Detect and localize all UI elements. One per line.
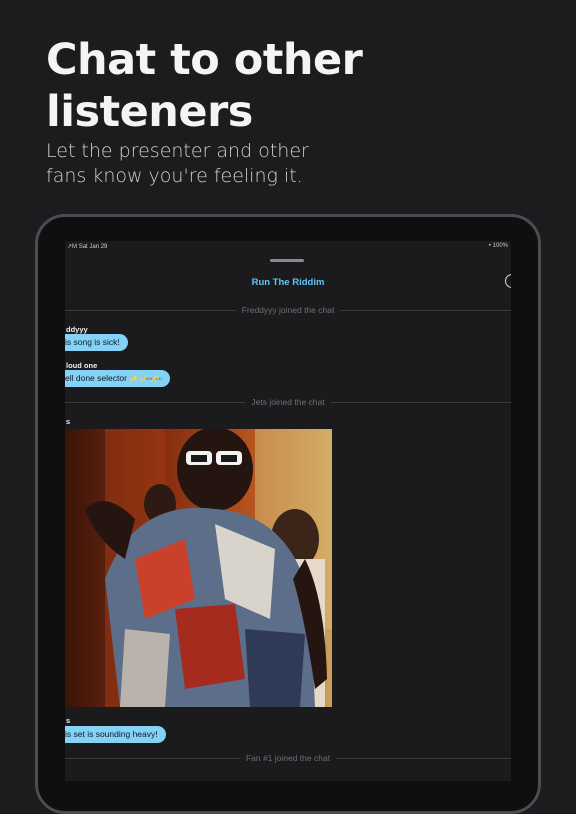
message-text: ell done selector — [65, 373, 127, 383]
system-message: Fan #1 joined the chat — [65, 753, 511, 763]
message-bubble[interactable]: ell done selector ✨✨✨ SEN - 4:41 — [65, 370, 171, 387]
divider — [336, 757, 511, 759]
status-time-date: ↗M Sat Jan 29 — [67, 244, 108, 250]
chat-title: Run The Riddim — [251, 277, 325, 288]
divider — [340, 309, 511, 311]
tablet-screen: ↗M Sat Jan 29 • 100% Run The Riddim Fred… — [65, 241, 511, 781]
divider — [65, 757, 240, 759]
sheet-grabber-icon[interactable] — [270, 259, 304, 262]
system-message-text: Jets joined the chat — [251, 397, 325, 407]
status-battery: • 100% — [488, 243, 508, 249]
status-bar: ↗M Sat Jan 29 • 100% — [65, 241, 511, 253]
promo-headline: Chat to other listeners — [46, 34, 363, 138]
message-bubble[interactable]: is set is sounding heavy! — [65, 726, 166, 743]
subline-line-2: fans know you're feeling it. — [46, 165, 303, 187]
message-bubble[interactable]: is song is sick! — [65, 334, 128, 351]
gif-illustration — [65, 429, 332, 707]
divider — [65, 401, 246, 403]
divider — [330, 401, 511, 403]
system-message: Freddyyy joined the chat — [65, 305, 511, 315]
divider — [65, 309, 236, 311]
message-time: SEN - 4:41 — [145, 377, 163, 381]
system-message-text: Fan #1 joined the chat — [245, 753, 331, 763]
message-sender: ddyyy — [66, 325, 88, 334]
message-sender: s — [66, 417, 71, 426]
gif-image[interactable] — [65, 429, 332, 707]
message-sender: s — [66, 716, 71, 725]
message-sender: loud one — [66, 361, 98, 370]
system-message-text: Freddyyy joined the chat — [241, 305, 335, 315]
system-message: Jets joined the chat — [65, 397, 511, 407]
headline-line-1: Chat to other — [46, 35, 363, 85]
headline-line-2: listeners — [46, 87, 253, 137]
subline-line-1: Let the presenter and other — [46, 140, 309, 162]
promo-subline: Let the presenter and other fans know yo… — [46, 139, 309, 189]
